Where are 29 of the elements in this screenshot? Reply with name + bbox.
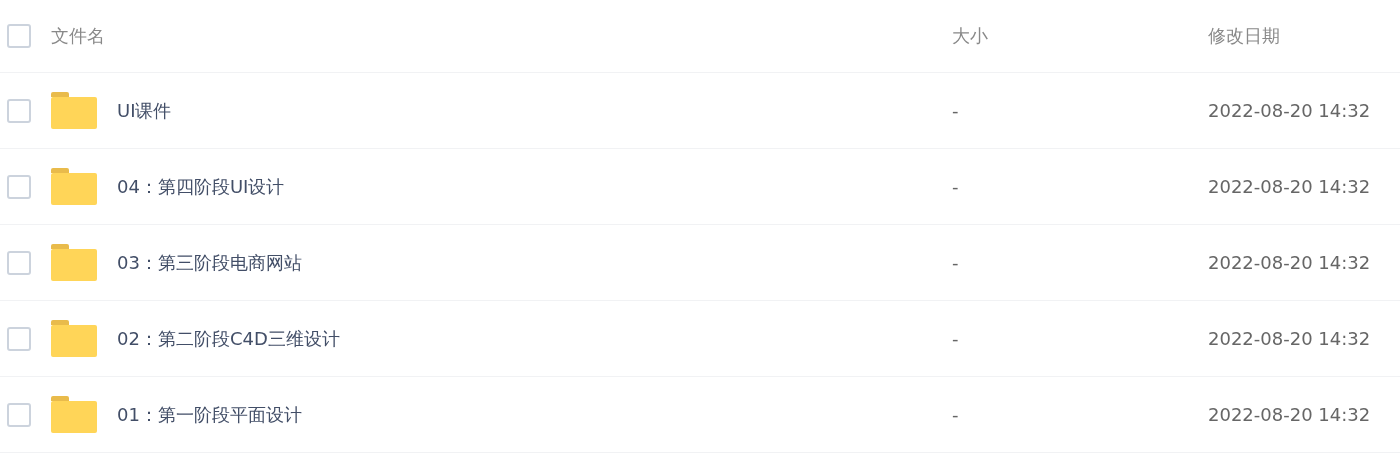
file-size: - xyxy=(952,404,959,425)
file-size: - xyxy=(952,100,959,121)
file-size: - xyxy=(952,252,959,273)
column-header[interactable]: 文件名 xyxy=(51,24,105,48)
modified-date: 2022-08-20 14:32 xyxy=(1208,328,1371,349)
file-name[interactable]: 04：第四阶段UI设计 xyxy=(117,174,285,199)
row-checkbox[interactable] xyxy=(7,250,31,275)
file-name[interactable]: 01：第一阶段平面设计 xyxy=(117,402,302,427)
file-size: - xyxy=(952,176,959,197)
column-header[interactable]: 大小 xyxy=(952,25,988,46)
row-checkbox[interactable] xyxy=(7,98,31,123)
row-checkbox[interactable] xyxy=(7,174,31,199)
row-checkbox[interactable] xyxy=(7,402,31,427)
file-name[interactable]: UI课件 xyxy=(117,98,172,123)
modified-date: 2022-08-20 14:32 xyxy=(1208,100,1371,121)
modified-date: 2022-08-20 14:32 xyxy=(1208,252,1371,273)
folder-icon xyxy=(51,244,97,281)
select-all-checkbox[interactable] xyxy=(7,24,31,48)
modified-date: 2022-08-20 14:32 xyxy=(1208,176,1371,197)
file-size: - xyxy=(952,328,959,349)
folder-icon xyxy=(51,168,97,205)
modified-date: 2022-08-20 14:32 xyxy=(1208,404,1371,425)
row-checkbox[interactable] xyxy=(7,326,31,351)
file-name[interactable]: 02：第二阶段C4D三维设计 xyxy=(117,326,340,351)
file-name[interactable]: 03：第三阶段电商网站 xyxy=(117,250,302,275)
folder-icon xyxy=(51,396,97,433)
column-header[interactable]: 修改日期 xyxy=(1208,25,1280,46)
folder-icon xyxy=(51,320,97,357)
folder-icon xyxy=(51,92,97,129)
